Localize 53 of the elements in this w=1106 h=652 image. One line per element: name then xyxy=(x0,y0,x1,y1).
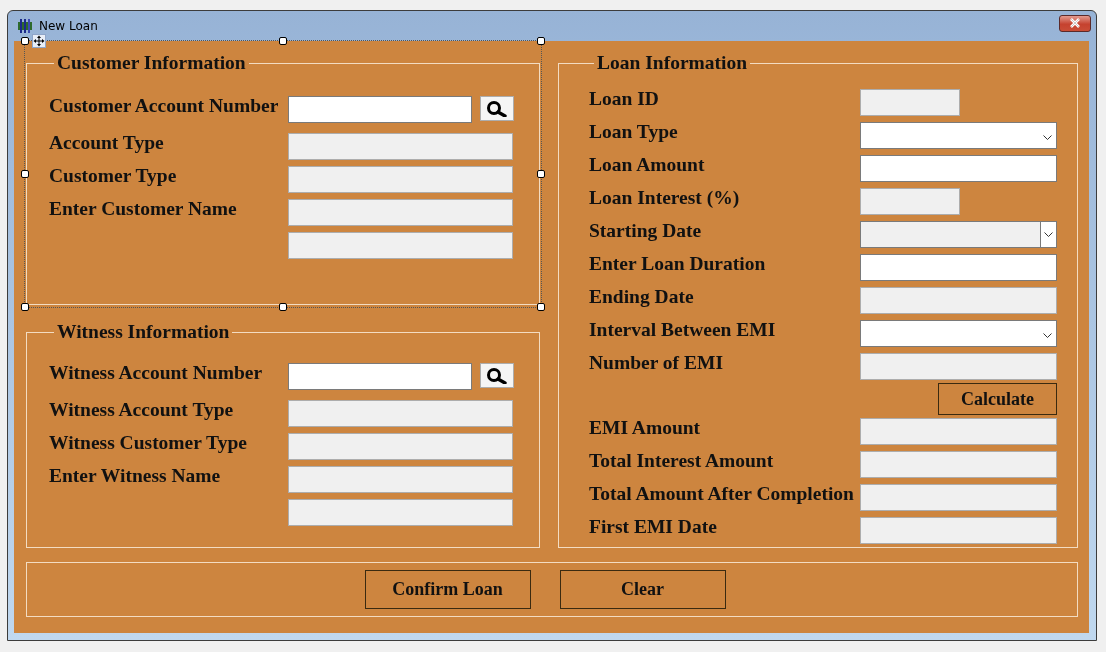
resize-handle[interactable] xyxy=(21,170,29,178)
search-button[interactable] xyxy=(480,363,514,388)
close-button[interactable] xyxy=(1059,14,1091,32)
group-title: Witness Information xyxy=(56,322,231,342)
resize-handle[interactable] xyxy=(279,37,287,45)
resize-handle[interactable] xyxy=(537,170,545,178)
group-title: Customer Information xyxy=(56,53,247,73)
field-label: Customer Type xyxy=(49,166,178,186)
field-label: Loan Interest (%) xyxy=(589,188,741,208)
input-field[interactable] xyxy=(860,155,1057,182)
field-label: Loan Amount xyxy=(589,155,706,175)
field-label: Witness Customer Type xyxy=(49,433,248,453)
field-label: Witness Account Type xyxy=(49,400,235,420)
field-label: Customer Account Number xyxy=(49,96,280,116)
resize-handle[interactable] xyxy=(279,303,287,311)
field-label: Account Type xyxy=(49,133,165,153)
group-title: Loan Information xyxy=(596,53,749,73)
search-icon xyxy=(485,367,509,384)
resize-handle[interactable] xyxy=(537,37,545,45)
field-label: Loan ID xyxy=(589,89,660,109)
field-label: Ending Date xyxy=(589,287,695,307)
field-label: Enter Loan Duration xyxy=(589,254,767,274)
field-label: Total Interest Amount xyxy=(589,451,775,471)
dropdown[interactable] xyxy=(860,320,1057,347)
field-label: Number of EMI xyxy=(589,353,724,373)
dropdown[interactable] xyxy=(860,122,1057,149)
field-label: Loan Type xyxy=(589,122,679,142)
input-field[interactable] xyxy=(860,254,1057,281)
resize-handle[interactable] xyxy=(537,303,545,311)
chevron-icon xyxy=(1044,231,1053,238)
search-icon xyxy=(485,100,509,117)
window-title: New Loan xyxy=(39,19,99,33)
close-icon xyxy=(1069,18,1081,28)
field-label: Witness Account Number xyxy=(49,363,264,383)
resize-handle[interactable] xyxy=(21,303,29,311)
field-label: First EMI Date xyxy=(589,517,718,537)
clear-button[interactable]: Clear xyxy=(559,570,726,609)
calculate-button[interactable]: Calculate xyxy=(938,383,1057,415)
app-icon xyxy=(17,18,33,34)
confirm-button[interactable]: Confirm Loan xyxy=(364,570,531,609)
search-button[interactable] xyxy=(480,96,514,121)
field-label: Interval Between EMI xyxy=(589,320,777,340)
input-field[interactable] xyxy=(288,363,472,390)
field-label: Total Amount After Completion xyxy=(589,484,855,504)
resize-handle[interactable] xyxy=(21,37,29,45)
field-label: Enter Witness Name xyxy=(49,466,222,486)
input-field[interactable] xyxy=(288,96,472,123)
chevron-icon xyxy=(1043,332,1052,339)
field-label: Starting Date xyxy=(589,221,703,241)
move-icon[interactable] xyxy=(32,34,46,48)
field-label: EMI Amount xyxy=(589,418,702,438)
chevron-icon xyxy=(1043,134,1052,141)
field-label: Enter Customer Name xyxy=(49,199,238,219)
